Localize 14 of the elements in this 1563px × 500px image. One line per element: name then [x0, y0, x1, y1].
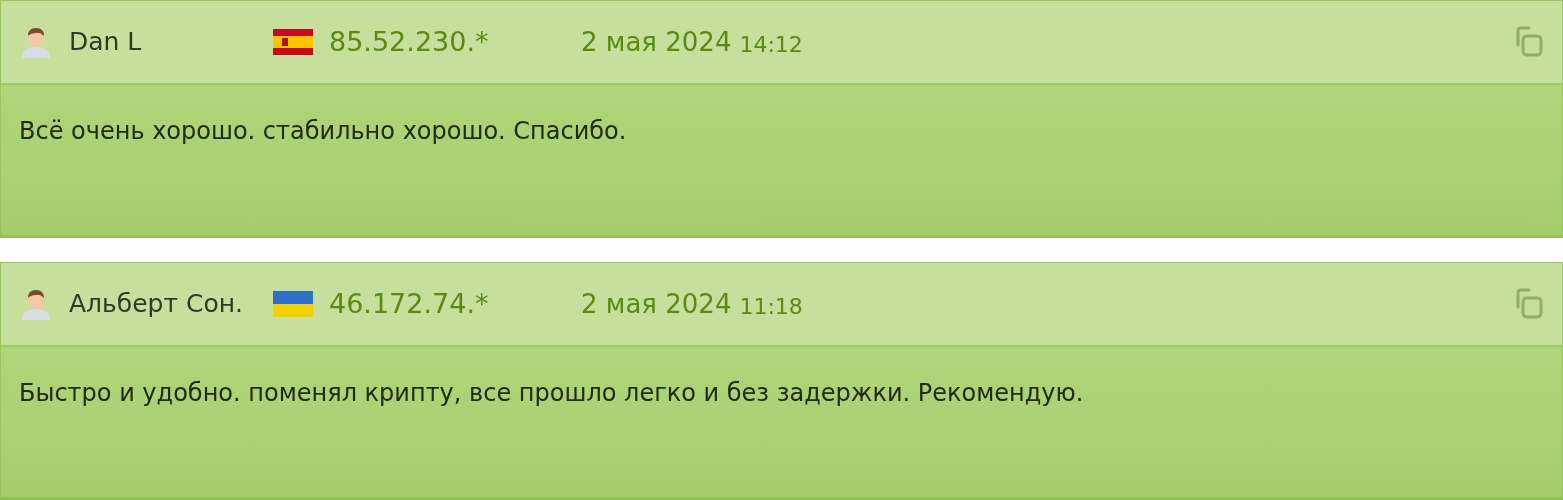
user-avatar-icon	[19, 25, 53, 59]
review-text: Быстро и удобно. поменял крипту, все прошло легко и без задержки. Рекомендую.	[19, 378, 1085, 409]
author-name: Альберт Сон.	[69, 288, 245, 321]
flag-icon	[273, 291, 313, 317]
review-text: Всё очень хорошо. стабильно хорошо. Спасибо.	[19, 116, 628, 147]
flag-icon	[273, 29, 313, 55]
review-date: 2 мая 2024	[581, 25, 732, 59]
ip-address: 46.172.74.*	[329, 286, 490, 321]
review-time: 14:12	[739, 30, 803, 59]
review-time: 11:18	[739, 292, 803, 321]
ip-address: 85.52.230.*	[329, 24, 490, 59]
user-avatar-icon	[19, 287, 53, 321]
review-date: 2 мая 2024	[581, 287, 732, 321]
author-name: Dan L	[69, 26, 143, 59]
